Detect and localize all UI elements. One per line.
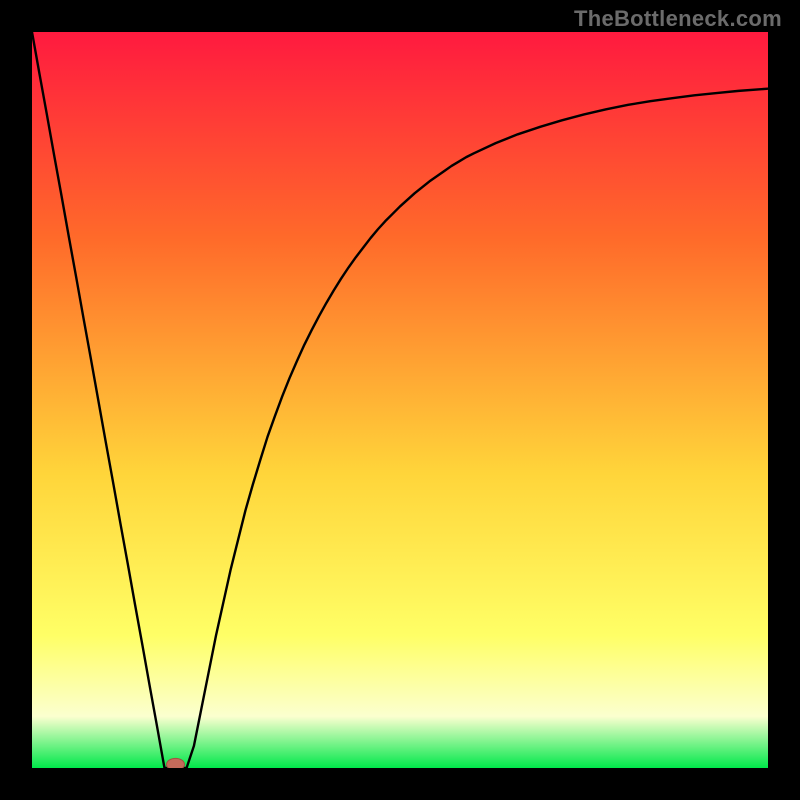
attribution-text: TheBottleneck.com: [574, 6, 782, 32]
chart-frame: TheBottleneck.com: [0, 0, 800, 800]
chart-svg: [32, 32, 768, 768]
plot-area: [32, 32, 768, 768]
optimum-marker: [167, 758, 185, 768]
gradient-background: [32, 32, 768, 768]
